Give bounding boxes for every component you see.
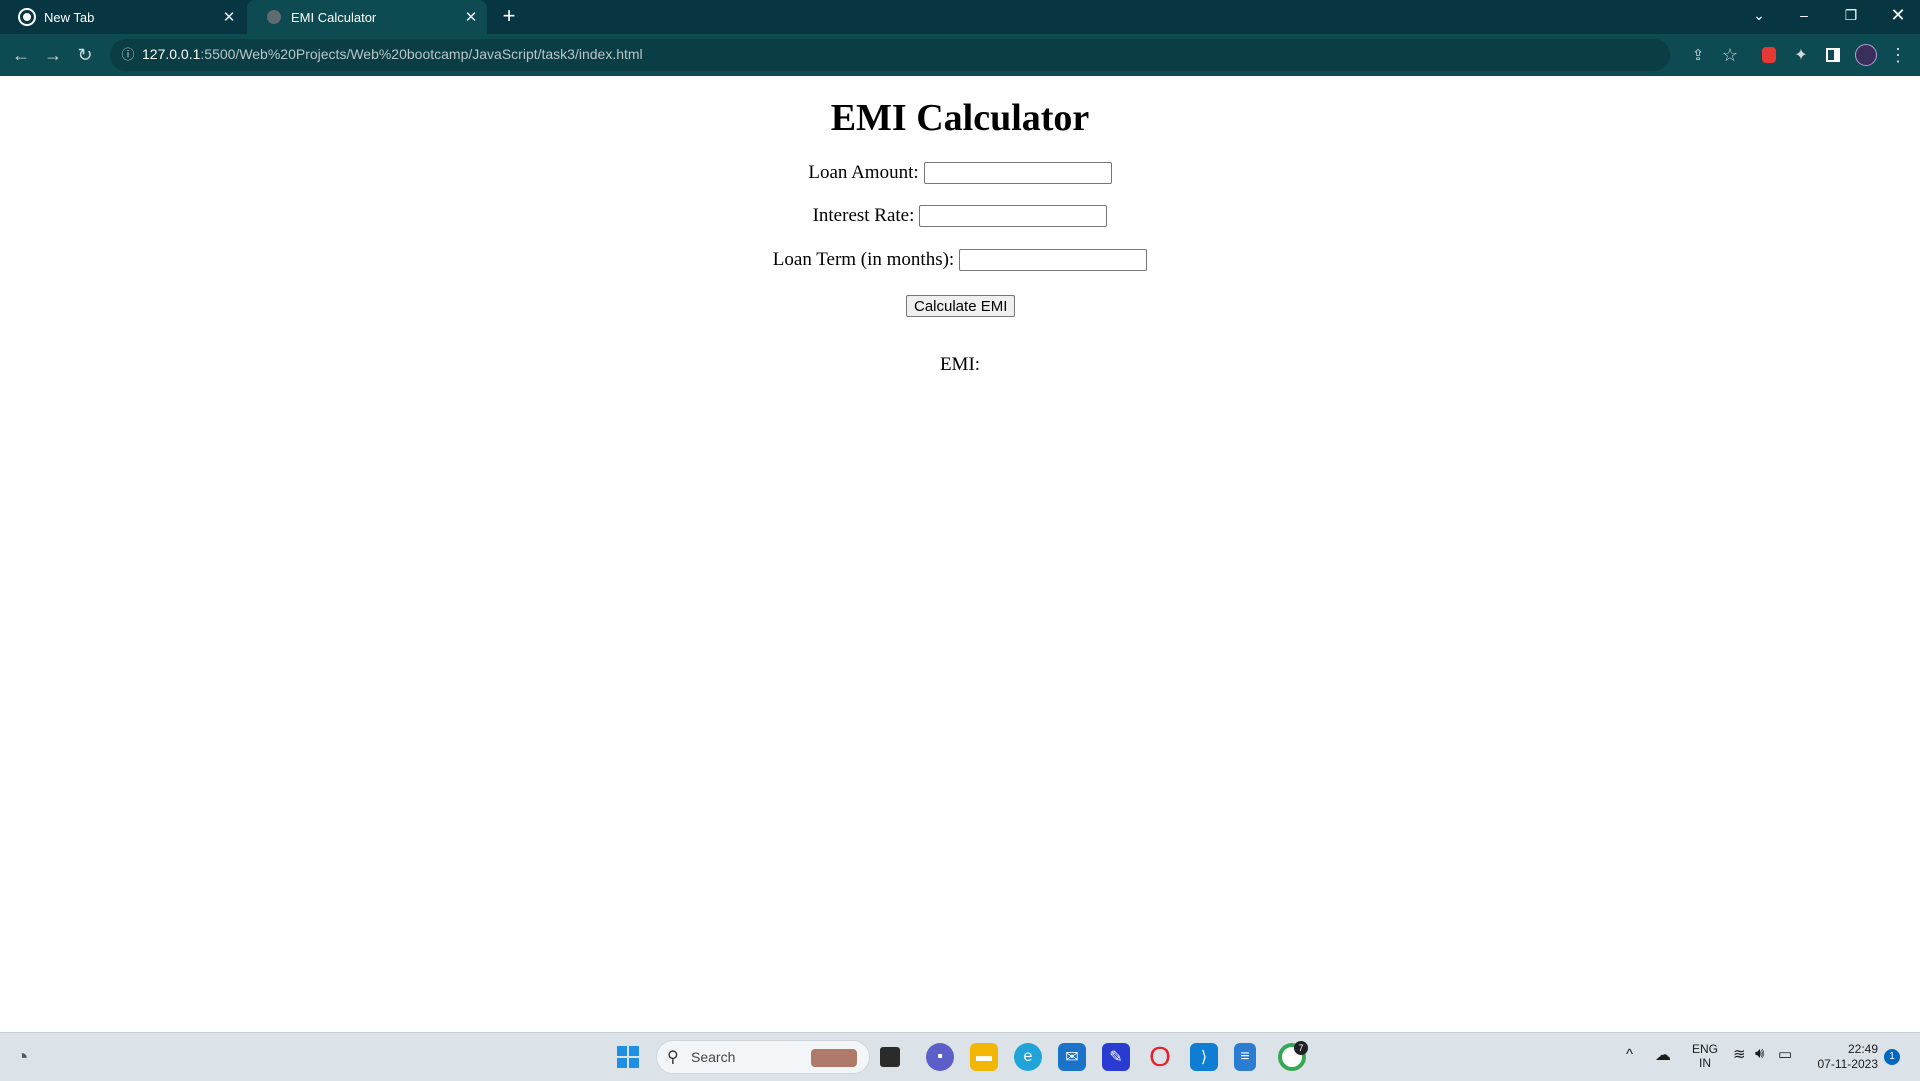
back-icon[interactable]: ← — [9, 43, 33, 67]
site-info-icon[interactable]: ⓘ — [118, 45, 138, 65]
language-indicator[interactable]: ENG IN — [1690, 1042, 1720, 1070]
clock-time: 22:49 — [1847, 1042, 1878, 1056]
region-code: IN — [1699, 1056, 1711, 1070]
interest-rate-input[interactable] — [919, 205, 1108, 227]
close-window-button[interactable]: ✕ — [1878, 0, 1918, 30]
forward-icon[interactable]: → — [41, 43, 65, 67]
calculate-emi-button[interactable]: Calculate EMI — [906, 295, 1016, 317]
page-title: EMI Calculator — [830, 97, 1090, 139]
file-explorer-icon[interactable]: ▬ — [970, 1043, 998, 1071]
onedrive-cloud-icon[interactable]: ☁ — [1655, 1045, 1671, 1065]
pen-app-icon[interactable]: ✎ — [1102, 1043, 1130, 1071]
chrome-badge: 7 — [1294, 1041, 1308, 1055]
battery-icon[interactable]: ▭ — [1778, 1045, 1792, 1063]
interest-rate-label: Interest Rate: — [812, 205, 915, 226]
loan-amount-label: Loan Amount: — [808, 162, 919, 183]
reload-icon[interactable]: ↻ — [73, 43, 97, 67]
extension-red-icon[interactable] — [1757, 43, 1781, 67]
vscode-icon[interactable]: ⟩ — [1190, 1043, 1218, 1071]
tab-title: New Tab — [44, 9, 95, 25]
search-icon: ⚲ — [667, 1049, 679, 1066]
mail-icon[interactable]: ✉ — [1058, 1043, 1086, 1071]
search-highlight-image — [811, 1049, 857, 1067]
teams-chat-icon[interactable]: ▪ — [926, 1043, 954, 1071]
close-tab-icon[interactable]: ✕ — [221, 9, 237, 25]
language-code: ENG — [1691, 1042, 1718, 1056]
interest-rate-row: Interest Rate: — [0, 205, 1920, 227]
menu-kebab-icon[interactable]: ⋮ — [1886, 43, 1910, 67]
tab-emi-calculator[interactable]: EMI Calculator ✕ — [247, 0, 487, 34]
side-panel-icon[interactable] — [1821, 43, 1845, 67]
loan-term-row: Loan Term (in months): — [0, 249, 1920, 271]
tab-strip: New Tab ✕ EMI Calculator ✕ + ⌄ – ❐ ✕ — [0, 0, 1920, 34]
clock-date: 07-11-2023 — [1817, 1057, 1879, 1071]
chrome-icon — [18, 8, 36, 26]
taskbar-search[interactable]: ⚲ Search — [656, 1040, 870, 1074]
globe-icon — [267, 10, 281, 24]
loan-amount-input[interactable] — [923, 162, 1112, 184]
chrome-taskbar-icon[interactable]: 7 — [1278, 1041, 1308, 1071]
emi-result: EMI: — [939, 354, 981, 375]
url-text[interactable]: 127.0.0.1:5500/Web%20Projects/Web%20boot… — [142, 46, 643, 62]
windows-logo-icon — [617, 1046, 639, 1068]
tab-search-chevron-icon[interactable]: ⌄ — [1739, 0, 1779, 30]
search-placeholder: Search — [691, 1049, 736, 1065]
close-tab-icon[interactable]: ✕ — [463, 9, 479, 25]
volume-icon[interactable]: 🔊︎ — [1755, 1045, 1764, 1062]
wifi-icon[interactable]: ≋ — [1733, 1045, 1746, 1063]
show-hidden-icons-chevron[interactable]: ^ — [1626, 1046, 1633, 1063]
minimize-button[interactable]: – — [1784, 0, 1824, 30]
tab-new-tab[interactable]: New Tab ✕ — [0, 0, 245, 34]
tab-title: EMI Calculator — [291, 9, 377, 25]
task-view-icon[interactable] — [880, 1047, 900, 1067]
widgets-icon[interactable]: ◔ — [8, 1043, 36, 1071]
extensions-puzzle-icon[interactable]: ✦ — [1789, 43, 1813, 67]
profile-avatar[interactable] — [1854, 43, 1878, 67]
loan-term-input[interactable] — [959, 249, 1148, 271]
taskbar: ◔ ⚲ Search ▪ ▬ e ✉ ✎ O ⟩ ≡ 7 ^ ☁ ENG IN … — [0, 1032, 1920, 1081]
restore-button[interactable]: ❐ — [1831, 0, 1871, 30]
edge-icon[interactable]: e — [1014, 1043, 1042, 1071]
loan-term-label: Loan Term (in months): — [772, 249, 955, 270]
clock[interactable]: 22:49 07-11-2023 — [1808, 1042, 1879, 1072]
loan-amount-row: Loan Amount: — [0, 162, 1920, 184]
page-content: EMI Calculator Loan Amount: Interest Rat… — [0, 76, 1920, 1032]
notepad-icon[interactable]: ≡ — [1234, 1043, 1256, 1071]
opera-icon[interactable]: O — [1146, 1041, 1174, 1072]
new-tab-button[interactable]: + — [498, 5, 520, 28]
notification-badge[interactable]: 1 — [1884, 1049, 1900, 1065]
address-bar[interactable]: ⓘ 127.0.0.1:5500/Web%20Projects/Web%20bo… — [110, 39, 1670, 71]
start-button[interactable] — [614, 1043, 642, 1071]
bookmark-star-icon[interactable]: ☆ — [1718, 43, 1742, 67]
share-icon[interactable]: ⇪ — [1686, 43, 1710, 67]
